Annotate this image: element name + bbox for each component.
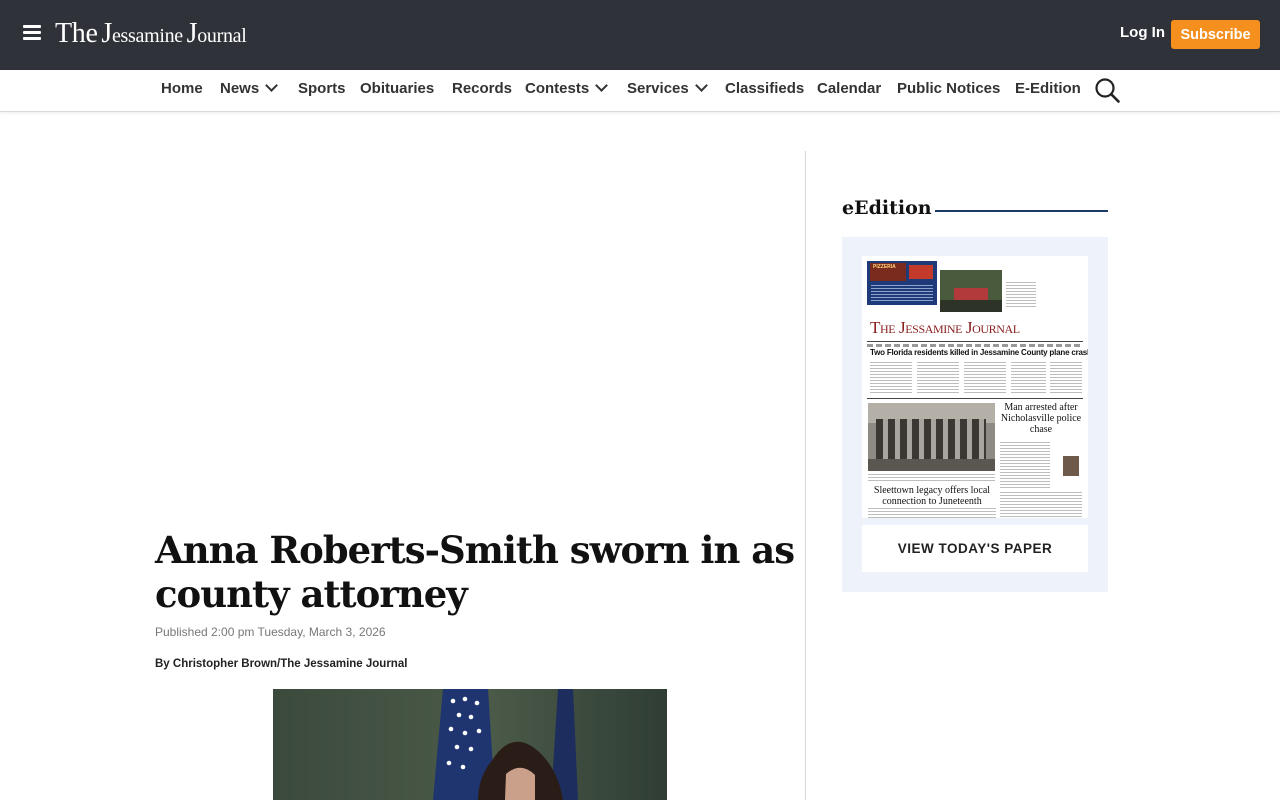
- nav-label: Records: [452, 80, 513, 97]
- paper-ad-label: PIZZERIA: [873, 264, 896, 270]
- nav-item-contests[interactable]: Contests: [525, 79, 609, 97]
- nav-item-calendar[interactable]: Calendar: [817, 80, 881, 97]
- column-divider: [805, 151, 806, 800]
- nav-item-home[interactable]: Home: [161, 80, 203, 97]
- nav-item-news[interactable]: News: [220, 79, 279, 97]
- paper-promo-text: [1006, 282, 1036, 308]
- paper-headline-2: Man arrested after Nicholasville police …: [1000, 402, 1082, 435]
- logo-ournal: ournal: [197, 25, 247, 47]
- site-logo[interactable]: The Jessamine Journal: [55, 17, 247, 53]
- paper-headline-1: Two Florida residents killed in Jessamin…: [870, 348, 1088, 357]
- nav-label: Home: [161, 80, 203, 97]
- paper-top-photo-ground: [940, 300, 1002, 312]
- paper-column: [964, 362, 1006, 394]
- nav-label: Contests: [525, 80, 590, 97]
- article-headline: Anna Roberts-Smith sworn in as county at…: [155, 528, 795, 616]
- nav-item-sports[interactable]: Sports: [298, 80, 346, 97]
- chevron-down-icon: [694, 79, 708, 92]
- paper-rule: [867, 398, 1083, 399]
- nav-label: News: [220, 80, 260, 97]
- paper-headline-3: Sleettown legacy offers local connection…: [873, 485, 991, 507]
- article-byline: By Christopher Brown/The Jessamine Journ…: [155, 658, 408, 670]
- paper-column: [1000, 492, 1082, 518]
- paper-photo-people: [876, 419, 986, 459]
- nav-label: Calendar: [817, 80, 882, 97]
- nav-label: Classifieds: [725, 80, 805, 97]
- chevron-down-icon: [595, 79, 609, 92]
- article-photo: [273, 689, 667, 800]
- nav-label: Obituaries: [360, 80, 435, 97]
- site-header: The Jessamine Journal Log In Subscribe: [0, 0, 1280, 70]
- nav-item-records[interactable]: Records: [452, 80, 512, 97]
- paper-column: [1011, 362, 1046, 394]
- paper-dateline: [867, 344, 1083, 347]
- nav-item-classifieds[interactable]: Classifieds: [725, 80, 804, 97]
- nav-label: Sports: [298, 80, 346, 97]
- logo-essamine: essamine: [111, 25, 183, 47]
- logo-j2: J: [186, 18, 198, 49]
- logo-the: The: [55, 18, 98, 49]
- subscribe-button[interactable]: Subscribe: [1171, 20, 1260, 49]
- paper-photo-ground: [868, 459, 995, 471]
- nav-item-services[interactable]: Services: [627, 79, 708, 97]
- paper-top-photo: [940, 270, 1002, 312]
- nav-label: E-Edition: [1015, 80, 1081, 97]
- nav-item-obituaries[interactable]: Obituaries: [360, 80, 434, 97]
- paper-column: [1000, 442, 1050, 488]
- nav-item-e-edition[interactable]: E-Edition: [1015, 80, 1081, 97]
- paper-masthead: The Jessamine Journal: [870, 318, 1020, 337]
- chevron-down-icon: [265, 79, 279, 92]
- paper-mugshot: [1063, 456, 1079, 476]
- nav-item-public-notices[interactable]: Public Notices: [897, 80, 1000, 97]
- eedition-heading: eEdition: [842, 197, 932, 219]
- logo-j: J: [101, 18, 112, 49]
- paper-column: [917, 362, 959, 394]
- login-link[interactable]: Log In: [1120, 24, 1165, 41]
- search-icon[interactable]: [1094, 77, 1120, 103]
- paper-column: [870, 362, 912, 394]
- publish-date: Published 2:00 pm Tuesday, March 3, 2026: [155, 625, 386, 639]
- todays-paper-thumbnail[interactable]: PIZZERIA The Jessamine Journal Two Flori…: [862, 256, 1088, 518]
- paper-ad-block: [909, 265, 933, 279]
- main-nav: Home News Sports Obituaries Records Cont…: [0, 70, 1280, 112]
- paper-ad-text: [871, 285, 933, 301]
- paper-caption: [868, 474, 995, 482]
- heading-rule: [935, 210, 1108, 212]
- view-todays-paper-button[interactable]: VIEW TODAY'S PAPER: [862, 525, 1088, 572]
- paper-rule: [867, 341, 1083, 342]
- nav-label: Services: [627, 80, 689, 97]
- paper-column: [1050, 362, 1082, 394]
- paper-column: [868, 508, 996, 518]
- paper-historic-photo: [868, 403, 995, 471]
- menu-icon[interactable]: [23, 25, 41, 41]
- nav-label: Public Notices: [897, 80, 1001, 97]
- paper-ad: PIZZERIA: [867, 261, 937, 305]
